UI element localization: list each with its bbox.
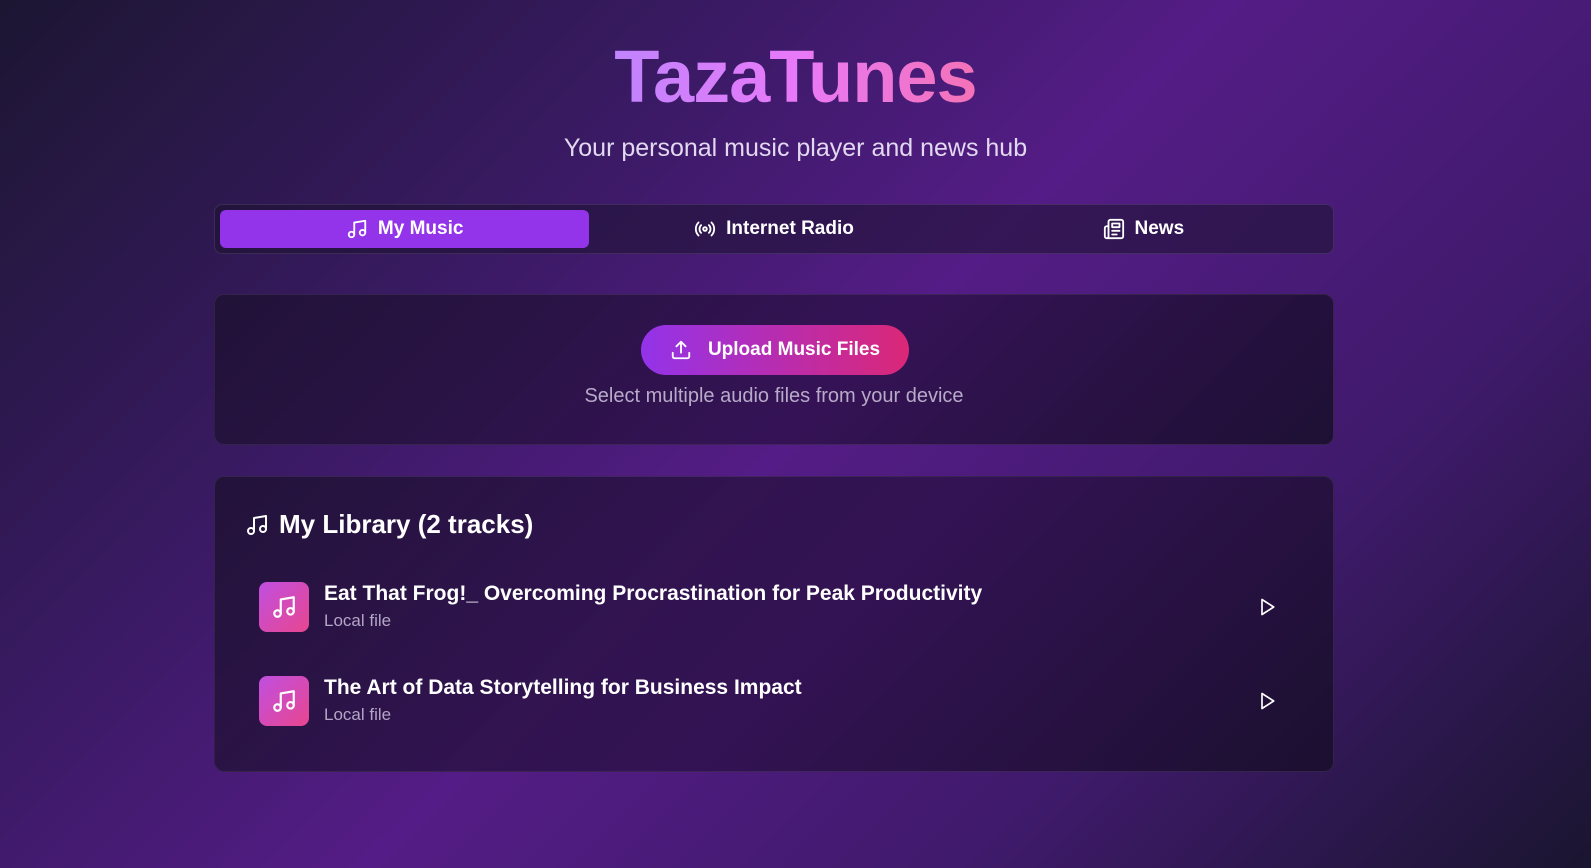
track-row[interactable]: The Art of Data Storytelling for Busines… bbox=[259, 675, 1291, 727]
play-button[interactable] bbox=[1247, 681, 1287, 721]
tab-label: Internet Radio bbox=[726, 218, 854, 239]
app-subtitle: Your personal music player and news hub bbox=[563, 134, 1028, 162]
play-icon bbox=[1261, 598, 1275, 616]
tab-label: News bbox=[1134, 218, 1185, 239]
track-row[interactable]: Eat That Frog!_ Overcoming Procrastinati… bbox=[259, 581, 1291, 633]
tab-bar: My Music Internet Radio News bbox=[214, 204, 1334, 254]
track-title: The Art of Data Storytelling for Busines… bbox=[324, 676, 802, 699]
music-note-icon bbox=[247, 514, 267, 535]
music-note-icon bbox=[347, 219, 367, 239]
music-note-icon bbox=[273, 690, 295, 712]
upload-hint: Select multiple audio files from your de… bbox=[584, 385, 964, 407]
library-heading: My Library (2 tracks) bbox=[279, 509, 534, 539]
track-title: Eat That Frog!_ Overcoming Procrastinati… bbox=[324, 582, 983, 605]
upload-music-button[interactable]: Upload Music Files bbox=[641, 325, 909, 375]
app-title: TazaTunes bbox=[614, 35, 977, 118]
tab-internet-radio[interactable]: Internet Radio bbox=[589, 210, 958, 248]
tab-news[interactable]: News bbox=[959, 210, 1328, 248]
track-info: Eat That Frog!_ Overcoming Procrastinati… bbox=[324, 581, 1247, 633]
upload-button-label: Upload Music Files bbox=[707, 339, 881, 360]
track-source: Local file bbox=[324, 611, 392, 630]
music-note-icon bbox=[273, 596, 295, 618]
radio-broadcast-icon bbox=[695, 221, 716, 237]
library-header: My Library (2 tracks) bbox=[245, 509, 533, 540]
tab-label: My Music bbox=[377, 218, 464, 239]
track-source: Local file bbox=[324, 705, 392, 724]
track-artwork bbox=[259, 676, 309, 726]
upload-panel: Upload Music Files Select multiple audio… bbox=[214, 294, 1334, 445]
play-button[interactable] bbox=[1247, 587, 1287, 627]
track-artwork bbox=[259, 582, 309, 632]
tab-my-music[interactable]: My Music bbox=[220, 210, 590, 248]
newspaper-icon bbox=[1103, 218, 1124, 240]
play-icon bbox=[1261, 692, 1275, 710]
upload-icon bbox=[671, 340, 691, 360]
library-panel: My Library (2 tracks) Eat That Frog!_ Ov… bbox=[214, 476, 1334, 772]
track-info: The Art of Data Storytelling for Busines… bbox=[324, 675, 1247, 727]
